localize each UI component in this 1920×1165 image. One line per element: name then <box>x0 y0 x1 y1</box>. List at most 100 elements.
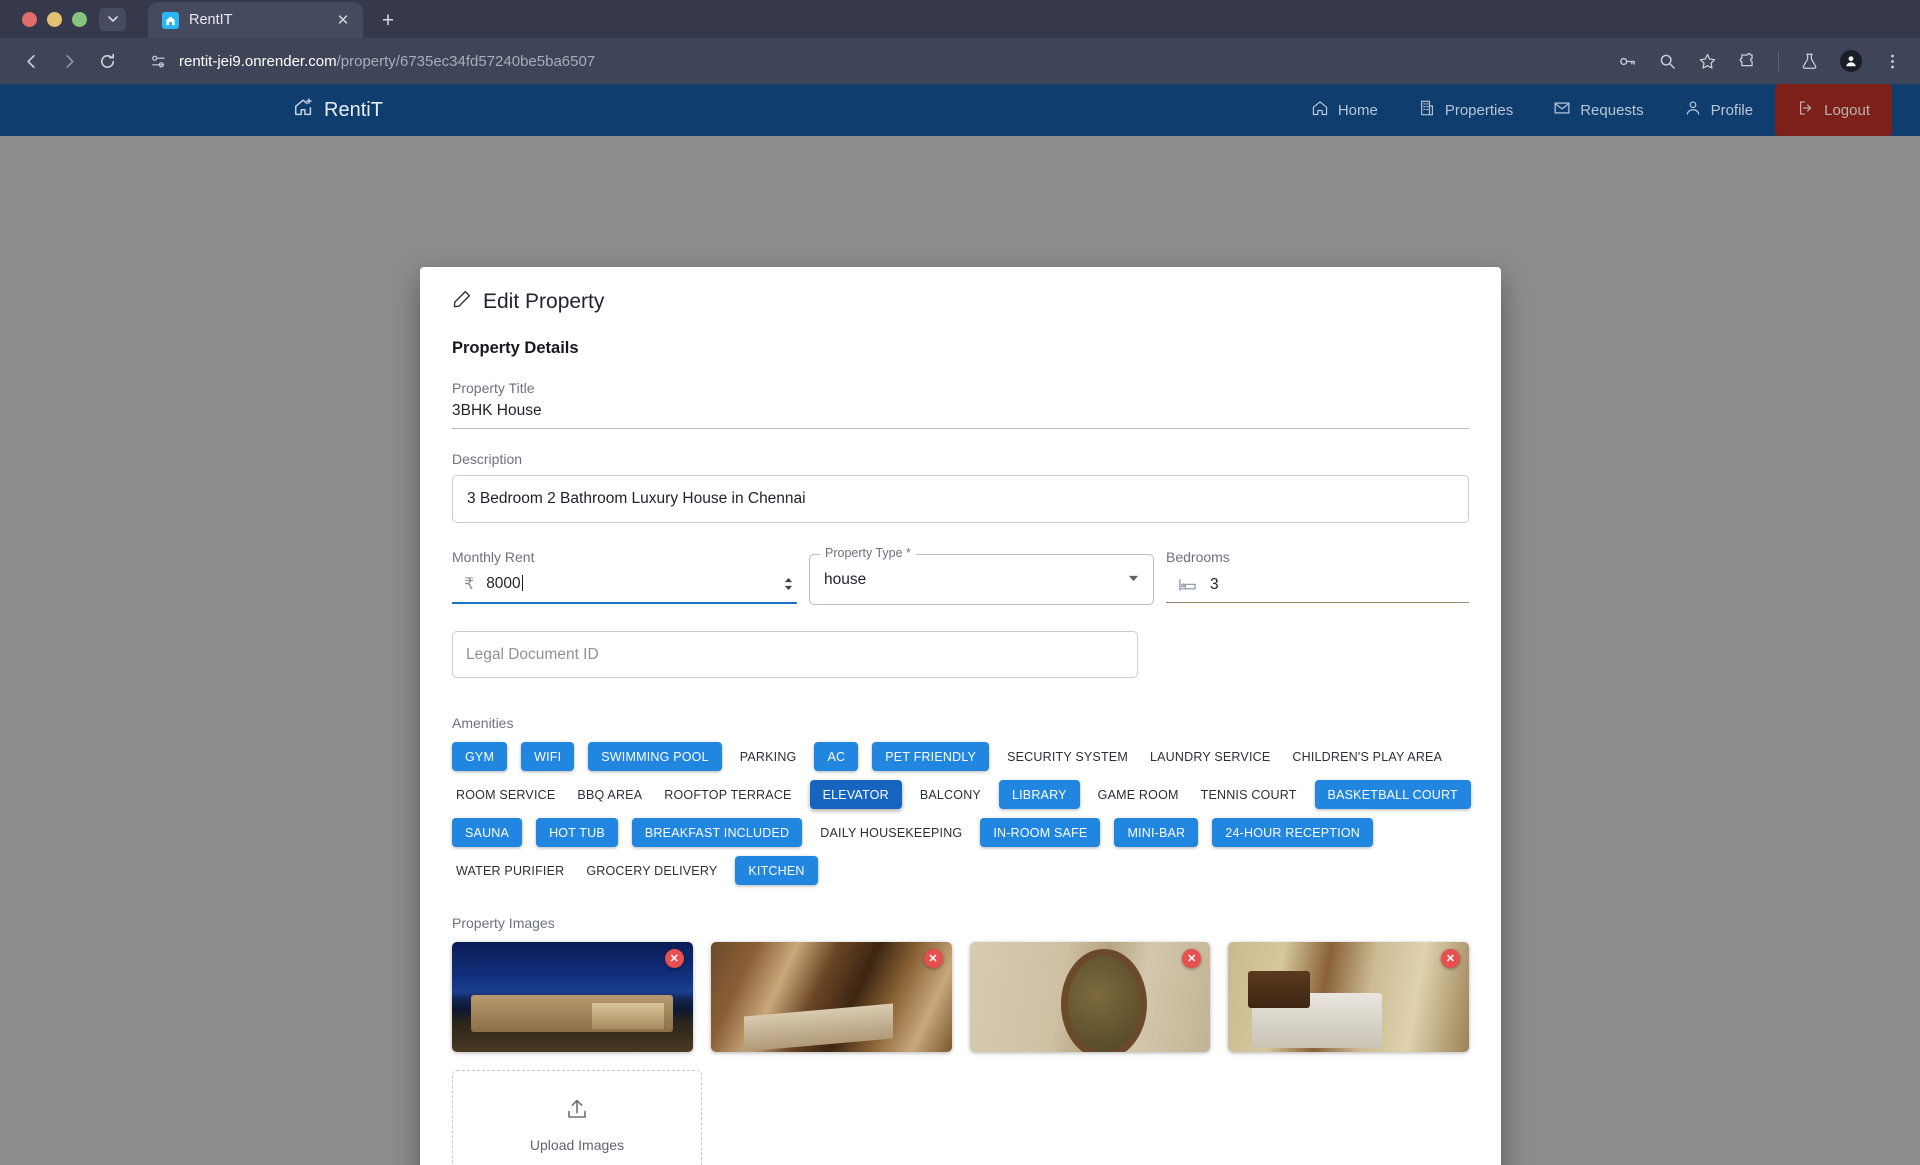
property-title-input[interactable]: 3BHK House <box>452 396 1469 429</box>
tab-close-icon[interactable]: ✕ <box>333 11 353 29</box>
delete-image-icon[interactable]: ✕ <box>664 949 684 968</box>
monthly-rent-text: 8000 <box>486 575 521 592</box>
property-image-card[interactable]: ✕ <box>452 942 693 1052</box>
search-icon[interactable] <box>1658 52 1677 71</box>
monthly-rent-input[interactable]: ₹ 8000 <box>452 570 797 604</box>
amenity-chip[interactable]: SECURITY SYSTEM <box>1003 742 1132 771</box>
amenity-chip[interactable]: GYM <box>452 742 508 771</box>
amenity-chip[interactable]: BALCONY <box>916 780 985 809</box>
minimize-window-button[interactable] <box>47 11 62 27</box>
monthly-rent-field[interactable]: Monthly Rent ₹ 8000 <box>452 549 797 604</box>
new-tab-button[interactable]: + <box>371 4 405 38</box>
rupee-icon: ₹ <box>464 576 475 593</box>
amenity-chip[interactable]: ROOFTOP TERRACE <box>660 780 795 809</box>
monthly-rent-value: 8000 <box>486 575 772 593</box>
app-header: RentiT Home Properties Requests Profile … <box>0 84 1920 136</box>
extensions-puzzle-icon[interactable] <box>1738 52 1757 71</box>
legal-document-id-input[interactable]: Legal Document ID <box>452 631 1138 678</box>
logout-button[interactable]: Logout <box>1775 84 1892 136</box>
maximize-window-button[interactable] <box>72 11 87 27</box>
amenity-chip[interactable]: BASKETBALL COURT <box>1314 780 1471 809</box>
amenity-chip[interactable]: 24-HOUR RECEPTION <box>1212 818 1373 847</box>
amenity-chip[interactable]: LAUNDRY SERVICE <box>1146 742 1274 771</box>
bedrooms-input[interactable]: 3 <box>1166 570 1469 603</box>
amenity-chip[interactable]: GAME ROOM <box>1094 780 1183 809</box>
amenities-section: Amenities GYM WIFI SWIMMING POOL PARKING AC P… <box>452 715 1471 885</box>
description-label: Description <box>452 451 523 467</box>
url-text: rentit-jei9.onrender.com/property/6735ec… <box>179 53 595 70</box>
password-key-icon[interactable] <box>1618 52 1637 71</box>
window-controls[interactable] <box>14 0 138 38</box>
tab-strip: RentIT ✕ + <box>0 0 1920 38</box>
monthly-rent-label: Monthly Rent <box>452 549 535 565</box>
toolbar-divider <box>1778 51 1779 71</box>
nav-item-home[interactable]: Home <box>1293 84 1396 136</box>
amenity-chip[interactable]: GROCERY DELIVERY <box>582 856 721 885</box>
amenity-chip[interactable]: BBQ AREA <box>573 780 646 809</box>
amenity-chip[interactable]: PET FRIENDLY <box>872 742 990 771</box>
property-image <box>710 942 952 1052</box>
bedrooms-field[interactable]: Bedrooms 3 <box>1166 549 1469 603</box>
amenity-chip[interactable]: WATER PURIFIER <box>452 856 568 885</box>
nav-item-properties[interactable]: Properties <box>1400 84 1531 136</box>
property-image-card[interactable]: ✕ <box>1228 942 1469 1052</box>
description-field[interactable]: Description 3 Bedroom 2 Bathroom Luxury … <box>452 451 1469 523</box>
tab-search-button[interactable] <box>99 7 126 31</box>
upload-images-button[interactable]: Upload Images <box>452 1070 702 1165</box>
description-input[interactable]: 3 Bedroom 2 Bathroom Luxury House in Che… <box>452 475 1469 523</box>
browser-tab[interactable]: RentIT ✕ <box>148 2 363 38</box>
amenity-chip[interactable]: BREAKFAST INCLUDED <box>631 818 803 847</box>
amenity-chip[interactable]: TENNIS COURT <box>1197 780 1301 809</box>
amenity-chip[interactable]: SAUNA <box>452 818 523 847</box>
bedrooms-value: 3 <box>1210 576 1219 593</box>
property-type-label: Property Type * <box>820 546 916 560</box>
logout-label: Logout <box>1824 101 1870 119</box>
amenity-chip[interactable]: SWIMMING POOL <box>588 742 722 771</box>
amenity-chip[interactable]: HOT TUB <box>536 818 618 847</box>
reload-icon[interactable] <box>90 44 124 78</box>
property-image-card[interactable]: ✕ <box>969 942 1211 1052</box>
site-settings-icon[interactable] <box>150 53 167 70</box>
delete-image-icon[interactable]: ✕ <box>923 949 943 968</box>
property-image-card[interactable]: ✕ <box>710 942 952 1052</box>
amenity-chip[interactable]: ROOM SERVICE <box>452 780 559 809</box>
back-icon[interactable] <box>14 44 48 78</box>
nav-item-requests[interactable]: Requests <box>1535 84 1661 136</box>
amenity-chip[interactable]: CHILDREN'S PLAY AREA <box>1288 742 1446 771</box>
bookmark-star-icon[interactable] <box>1698 52 1717 71</box>
profile-avatar-icon[interactable] <box>1840 50 1862 72</box>
amenity-chip[interactable]: DAILY HOUSEKEEPING <box>816 818 966 847</box>
property-images-section: Property Images ✕ ✕ ✕ ✕ Upload Images <box>452 915 1469 1165</box>
amenity-chip[interactable]: AC <box>814 742 859 771</box>
pencil-icon <box>452 289 472 315</box>
upload-icon <box>564 1097 590 1128</box>
mail-icon <box>1553 99 1571 121</box>
amenity-chip[interactable]: MINI-BAR <box>1114 818 1199 847</box>
property-type-field[interactable]: Property Type * house <box>809 546 1154 605</box>
close-window-button[interactable] <box>22 11 37 27</box>
amenity-chip[interactable]: ELEVATOR <box>809 780 902 809</box>
bedrooms-label: Bedrooms <box>1166 549 1230 565</box>
chevron-down-icon[interactable] <box>1128 574 1139 585</box>
address-bar[interactable]: rentit-jei9.onrender.com/property/6735ec… <box>136 45 1606 77</box>
property-type-select[interactable]: house <box>809 554 1154 605</box>
property-image <box>969 942 1211 1052</box>
nav-item-profile[interactable]: Profile <box>1666 84 1772 136</box>
amenity-chip[interactable]: LIBRARY <box>998 780 1080 809</box>
number-stepper[interactable] <box>784 577 793 591</box>
upload-images-label: Upload Images <box>529 1137 625 1153</box>
amenity-chip[interactable]: IN-ROOM SAFE <box>980 818 1101 847</box>
chrome-menu-icon[interactable] <box>1883 52 1902 71</box>
person-icon <box>1684 99 1702 121</box>
brand-logo[interactable]: RentiT <box>293 96 383 124</box>
delete-image-icon[interactable]: ✕ <box>1441 949 1460 968</box>
property-title-field[interactable]: Property Title 3BHK House <box>452 380 1469 429</box>
labs-flask-icon[interactable] <box>1800 52 1819 71</box>
amenity-chip[interactable]: PARKING <box>736 742 801 771</box>
property-type-value: house <box>824 570 867 588</box>
amenity-chip[interactable]: WIFI <box>521 742 575 771</box>
forward-icon[interactable] <box>52 44 86 78</box>
amenity-chip[interactable]: KITCHEN <box>735 856 818 885</box>
nav-label-profile: Profile <box>1710 101 1754 119</box>
tab-title: RentIT <box>189 12 233 28</box>
